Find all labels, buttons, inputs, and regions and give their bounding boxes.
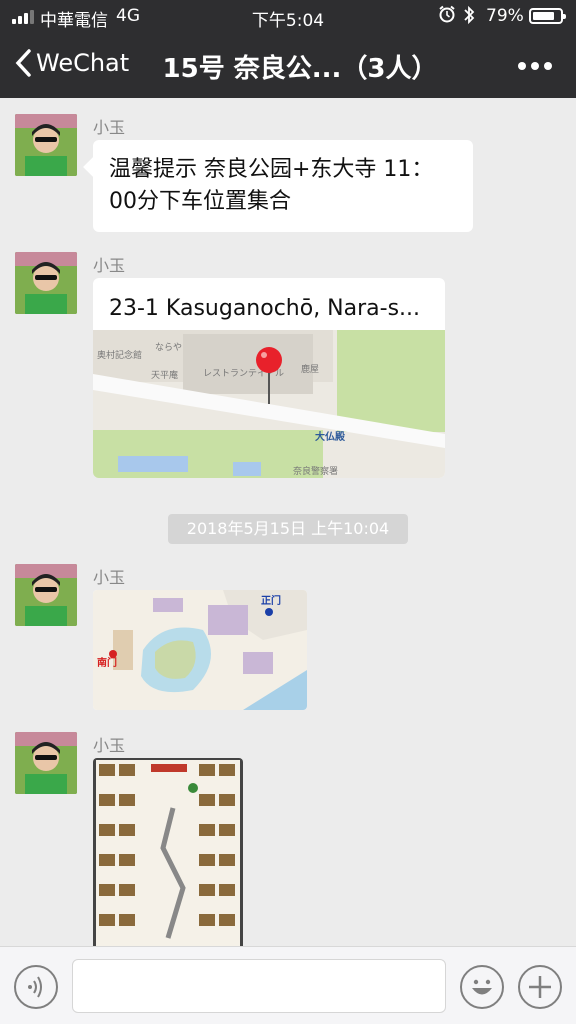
map-label: 正门 [261, 594, 281, 607]
map-label: 天平庵 [151, 369, 178, 381]
shop-poster-image [93, 758, 243, 946]
sender-name: 小玉 [93, 256, 126, 275]
voice-icon [28, 976, 42, 998]
map-label: 奈良警察署 [293, 465, 338, 477]
avatar[interactable] [15, 252, 77, 314]
map-pin-icon [256, 347, 282, 373]
chevron-left-icon [15, 49, 31, 77]
map-label: 大仏殿 [315, 430, 346, 443]
bluetooth-icon [464, 5, 475, 25]
message-input[interactable] [72, 959, 446, 1013]
image-message[interactable] [93, 758, 243, 946]
map-label: ならや [155, 342, 182, 353]
temple-map-image: 正门 南门 [93, 590, 307, 710]
plus-icon [529, 976, 551, 998]
avatar[interactable] [15, 732, 77, 794]
battery-percent: 79% [486, 6, 524, 26]
map-label: 奥村記念館 [97, 349, 142, 361]
back-label: WeChat [36, 49, 130, 77]
image-message[interactable]: 正门 南门 [93, 590, 307, 710]
message-text: 温馨提示 奈良公园+东大寺 11：00分下车位置集合 [109, 157, 434, 214]
location-address: 23-1 Kasuganochō, Nara-s... [109, 296, 421, 321]
avatar[interactable] [15, 114, 77, 176]
alarm-icon [439, 5, 455, 23]
timestamp: 2018年5月15日 上午10:04 [168, 514, 408, 544]
text-message[interactable]: 温馨提示 奈良公园+东大寺 11：00分下车位置集合 [83, 140, 473, 232]
emoji-button[interactable] [460, 965, 504, 1009]
sender-name: 小玉 [93, 118, 126, 137]
emoji-icon [472, 979, 492, 995]
top-bar: 中華電信 4G 下午5:04 79% WeChat 15号 奈良公...（3人） [0, 0, 576, 98]
chat-area[interactable]: 小玉 温馨提示 奈良公园+东大寺 11：00分下车位置集合 小玉 23-1 Ka… [0, 98, 576, 946]
plus-button[interactable] [518, 965, 562, 1009]
location-message[interactable]: 23-1 Kasuganochō, Nara-s... 奥村記念館 ならや 天平… [93, 278, 445, 478]
sender-name: 小玉 [93, 736, 126, 755]
map-thumbnail: 奥村記念館 ならや 天平庵 レストランテイ・ル 鹿屋 大仏殿 奈良警察署 [93, 330, 445, 478]
map-label: 南门 [97, 656, 117, 669]
chat-title[interactable]: 15号 奈良公...（3人） [140, 48, 460, 85]
back-button[interactable]: WeChat [14, 48, 129, 78]
sender-name: 小玉 [93, 568, 126, 587]
map-label: 鹿屋 [301, 363, 319, 375]
nav-bar: WeChat 15号 奈良公...（3人） [0, 32, 576, 98]
input-bar [0, 946, 576, 1024]
battery-icon [529, 8, 566, 24]
more-button[interactable] [518, 62, 552, 70]
status-bar: 中華電信 4G 下午5:04 79% [0, 0, 576, 32]
voice-button[interactable] [14, 965, 58, 1009]
avatar[interactable] [15, 564, 77, 626]
